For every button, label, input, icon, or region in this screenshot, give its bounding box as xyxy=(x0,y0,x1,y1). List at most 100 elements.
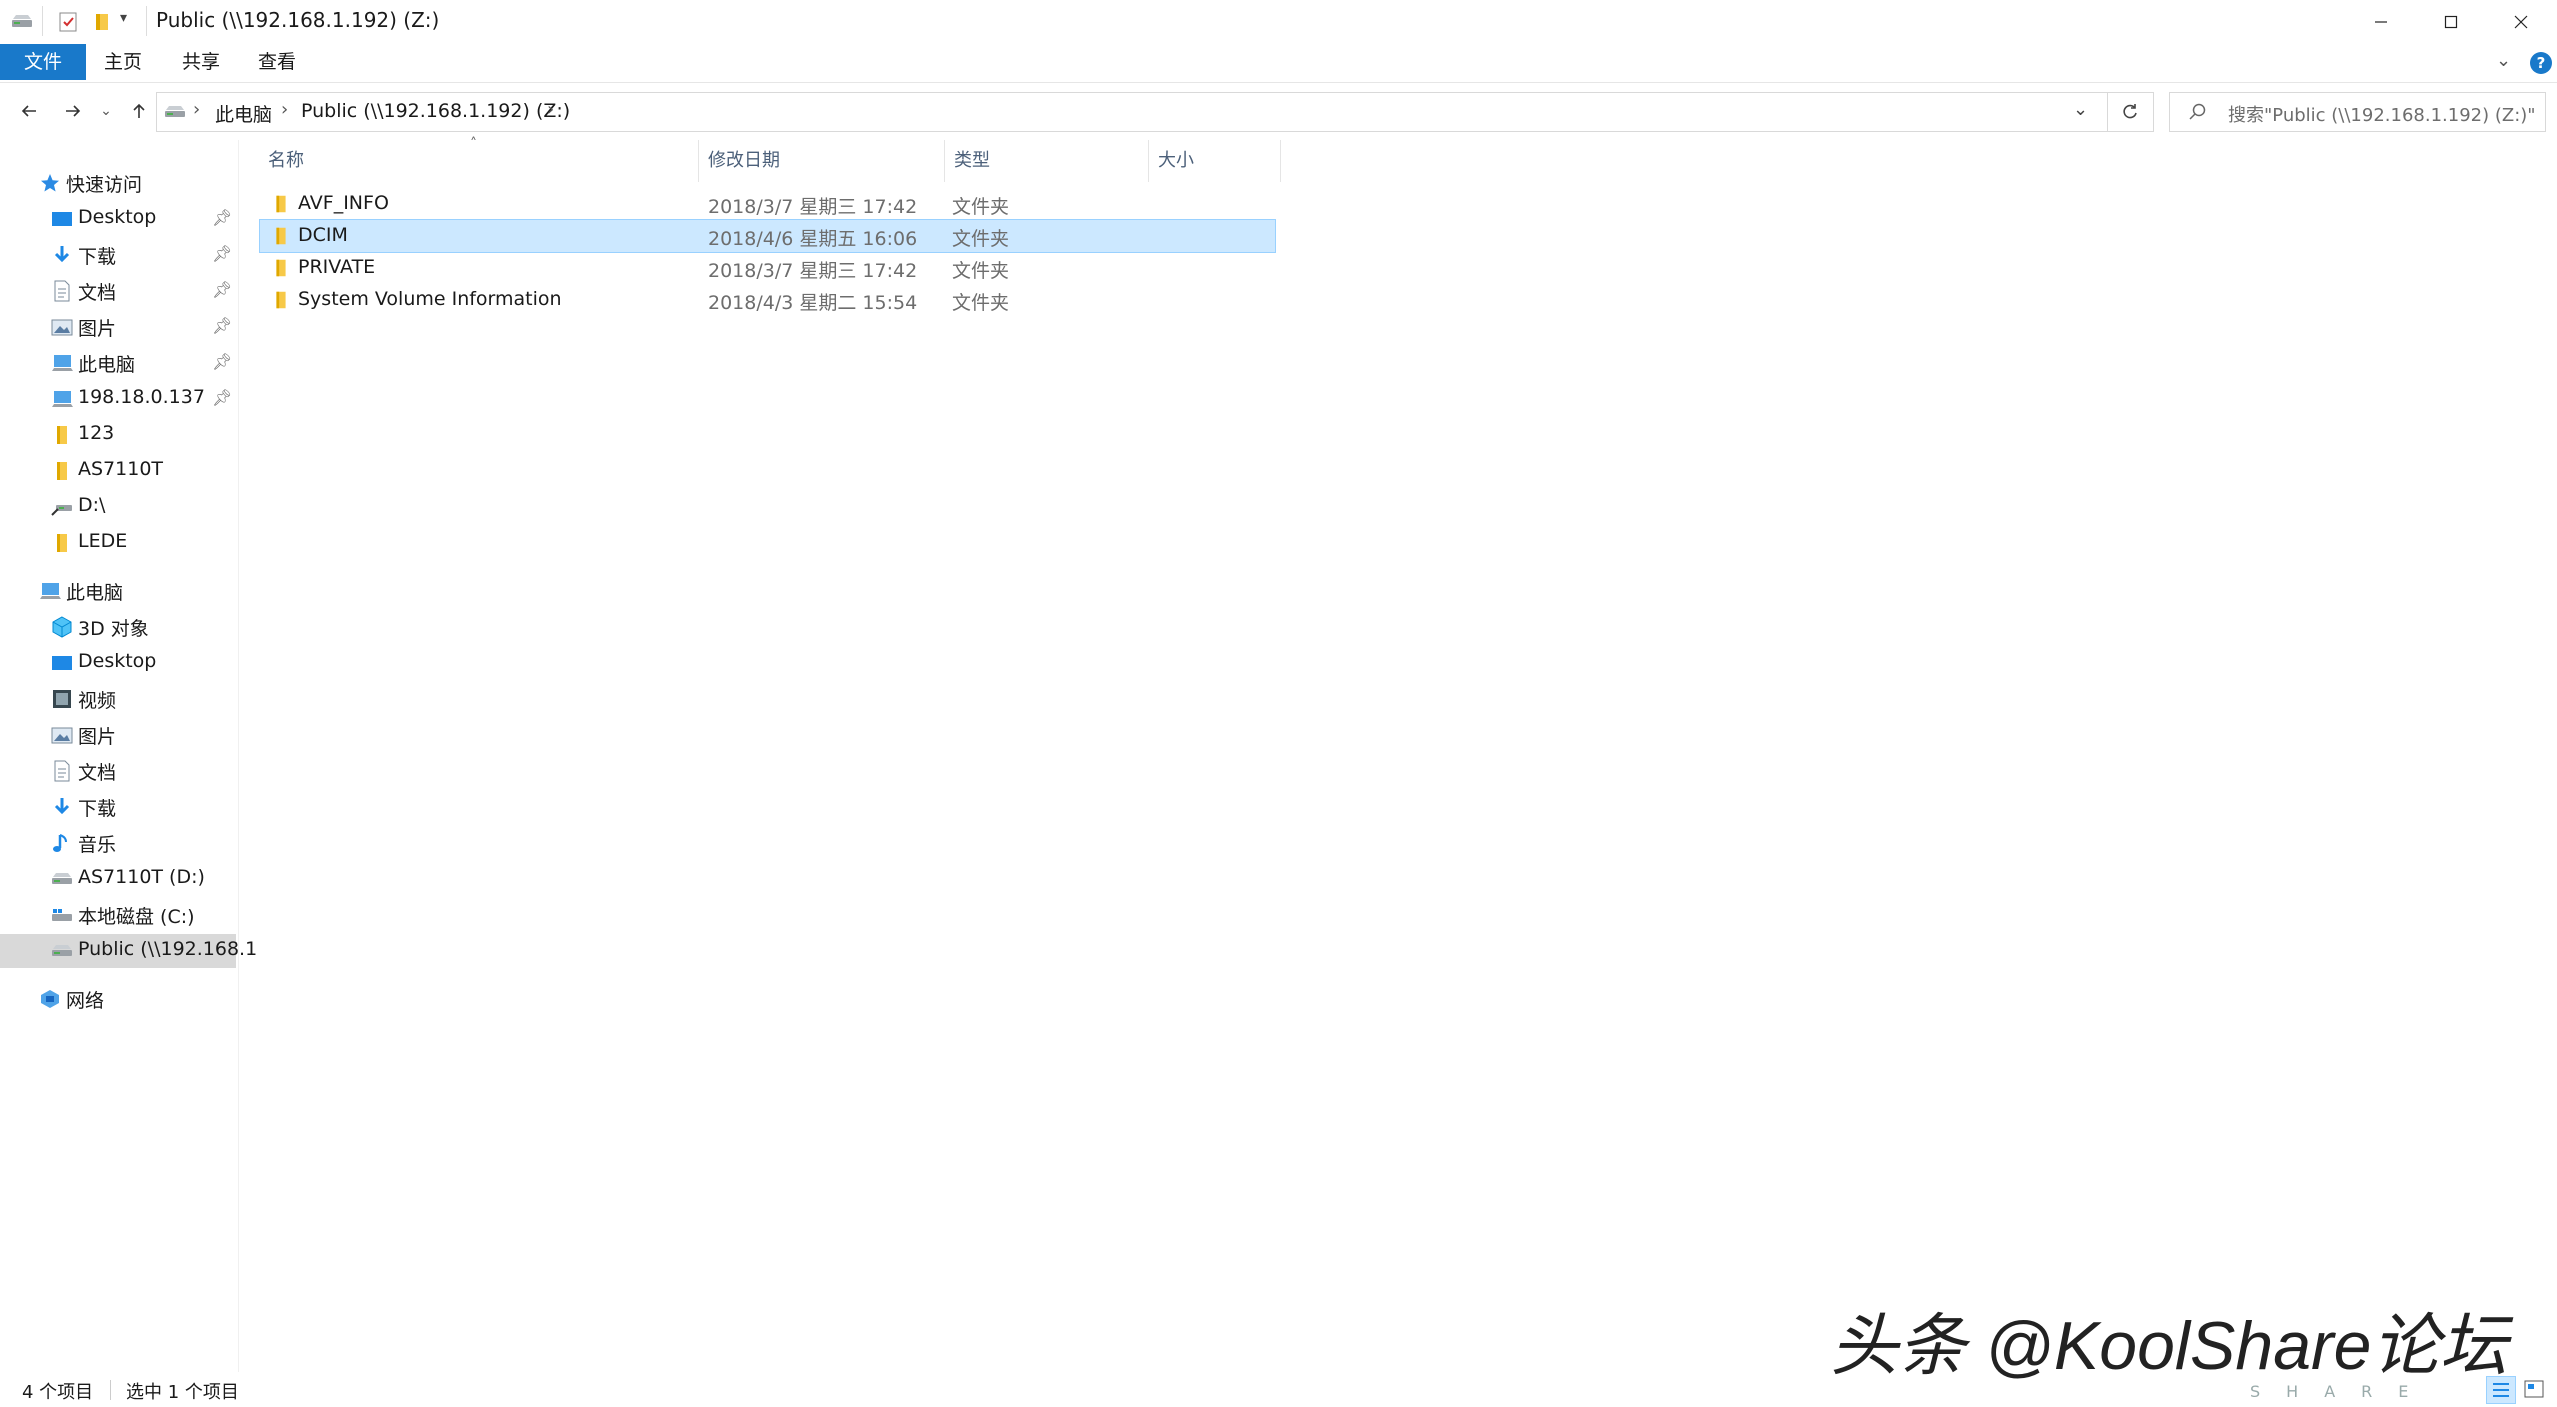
sidebar-item-documents-pc[interactable]: 文档 xyxy=(0,754,236,788)
video-icon xyxy=(50,687,74,711)
table-row[interactable]: DCIM 2018/4/6 星期五 16:06 文件夹 xyxy=(259,219,1276,253)
table-row[interactable]: AVF_INFO 2018/3/7 星期三 17:42 文件夹 xyxy=(260,188,1275,220)
table-row[interactable]: System Volume Information 2018/4/3 星期二 1… xyxy=(260,284,1275,316)
sidebar-item-downloads-pc[interactable]: 下载 xyxy=(0,790,236,824)
status-bar: 4 个项目 选中 1 个项目 xyxy=(0,1372,2557,1407)
sidebar-network[interactable]: 网络 xyxy=(0,982,236,1016)
network-drive-icon xyxy=(50,867,74,891)
sidebar-item-label: 此电脑 xyxy=(66,582,124,604)
tab-file[interactable]: 文件 xyxy=(0,44,86,80)
selected-count: 选中 1 个项目 xyxy=(126,1382,239,1403)
sidebar-item-label: 123 xyxy=(78,422,115,444)
sidebar-item-as7110t[interactable]: AS7110T xyxy=(0,454,236,488)
pin-icon[interactable]: 📌︎ xyxy=(212,280,232,299)
document-icon xyxy=(50,759,74,783)
table-row[interactable]: PRIVATE 2018/3/7 星期三 17:42 文件夹 xyxy=(260,252,1275,284)
column-divider[interactable] xyxy=(698,140,699,182)
sidebar-item-3d-objects[interactable]: 3D 对象 xyxy=(0,610,236,644)
sidebar-item-label: 快速访问 xyxy=(66,174,143,196)
sidebar-item-as7110t-d[interactable]: AS7110T (D:) xyxy=(0,862,236,896)
picture-icon xyxy=(50,723,74,747)
folder-icon xyxy=(50,531,74,555)
large-icons-view-icon[interactable] xyxy=(2520,1376,2548,1402)
sidebar-item-label: AS7110T (D:) xyxy=(78,866,205,888)
pane-divider[interactable] xyxy=(238,140,239,1372)
pin-icon[interactable]: 📌︎ xyxy=(212,388,232,407)
details-view-icon[interactable] xyxy=(2486,1376,2516,1404)
breadcrumb-current[interactable]: Public (\\192.168.1.192) (Z:) xyxy=(301,100,570,122)
sidebar-item-public-z[interactable]: Public (\\192.168.1 xyxy=(0,934,257,968)
sidebar-item-198-18-0-137[interactable]: 198.18.0.137 📌︎ xyxy=(0,382,236,416)
sidebar-item-local-disk-c[interactable]: 本地磁盘 (C:) xyxy=(0,898,236,932)
column-divider[interactable] xyxy=(1280,140,1281,182)
up-button[interactable] xyxy=(124,96,154,126)
tab-home[interactable]: 主页 xyxy=(86,44,160,80)
column-header-type[interactable]: 类型 xyxy=(954,140,990,182)
close-button[interactable] xyxy=(2486,0,2556,44)
desktop-icon xyxy=(50,651,74,675)
column-header-name[interactable]: 名称 xyxy=(268,140,304,182)
column-header-size[interactable]: 大小 xyxy=(1158,140,1194,182)
column-divider[interactable] xyxy=(1148,140,1149,182)
folder-icon xyxy=(270,257,292,279)
expand-ribbon-icon[interactable]: ⌄ xyxy=(2496,50,2511,71)
sidebar-item-pictures-pc[interactable]: 图片 xyxy=(0,718,236,752)
address-dropdown-icon[interactable]: ⌄ xyxy=(2073,99,2088,120)
tab-view[interactable]: 查看 xyxy=(240,44,314,80)
breadcrumb-separator[interactable]: › xyxy=(547,99,554,120)
file-date: 2018/3/7 星期三 17:42 xyxy=(708,196,918,218)
file-name: System Volume Information xyxy=(298,288,562,310)
maximize-button[interactable] xyxy=(2416,0,2486,44)
sidebar-quick-access[interactable]: 快速访问 xyxy=(0,166,236,200)
sidebar-item-music[interactable]: 音乐 xyxy=(0,826,236,860)
network-computer-icon xyxy=(50,387,74,411)
pin-icon[interactable]: 📌︎ xyxy=(212,316,232,335)
forward-button[interactable] xyxy=(58,96,88,126)
breadcrumb-separator[interactable]: › xyxy=(281,99,288,120)
sidebar-item-lede[interactable]: LEDE xyxy=(0,526,236,560)
sidebar-item-downloads[interactable]: 下载 📌︎ xyxy=(0,238,236,272)
sidebar-item-desktop[interactable]: Desktop 📌︎ xyxy=(0,202,236,236)
pin-icon[interactable]: 📌︎ xyxy=(212,244,232,263)
minimize-button[interactable] xyxy=(2346,0,2416,44)
sidebar-this-pc[interactable]: 此电脑 xyxy=(0,574,236,608)
customize-toolbar-icon[interactable]: ▾ xyxy=(120,10,127,26)
tab-share[interactable]: 共享 xyxy=(164,44,238,80)
address-bar[interactable]: › 此电脑 › Public (\\192.168.1.192) (Z:) › … xyxy=(156,92,2108,132)
sidebar-item-label: 音乐 xyxy=(78,834,117,856)
navigation-bar: ⌄ › 此电脑 › Public (\\192.168.1.192) (Z:) … xyxy=(0,86,2557,136)
computer-icon xyxy=(50,351,74,375)
breadcrumb-separator[interactable]: › xyxy=(193,99,200,120)
recent-locations-button[interactable]: ⌄ xyxy=(96,96,116,126)
sidebar-item-this-pc-pinned[interactable]: 此电脑 📌︎ xyxy=(0,346,236,380)
help-icon[interactable]: ? xyxy=(2530,52,2552,74)
sidebar-item-videos[interactable]: 视频 xyxy=(0,682,236,716)
network-drive-icon[interactable] xyxy=(10,10,34,34)
breadcrumb-this-pc[interactable]: 此电脑 xyxy=(215,100,272,127)
sidebar-item-d-drive[interactable]: D:\ xyxy=(0,490,236,524)
pin-icon[interactable]: 📌︎ xyxy=(212,352,232,371)
file-date: 2018/4/6 星期五 16:06 xyxy=(708,228,918,250)
sidebar-item-pictures[interactable]: 图片 📌︎ xyxy=(0,310,236,344)
document-icon xyxy=(50,279,74,303)
sidebar-item-123[interactable]: 123 xyxy=(0,418,236,452)
sidebar-item-documents[interactable]: 文档 📌︎ xyxy=(0,274,236,308)
search-placeholder: 搜索"Public (\\192.168.1.192) (Z:)" xyxy=(2228,105,2536,126)
file-name: AVF_INFO xyxy=(298,192,389,214)
pin-icon[interactable]: 📌︎ xyxy=(212,208,232,227)
sidebar-item-label: Desktop xyxy=(78,650,157,672)
back-button[interactable] xyxy=(14,96,44,126)
star-icon xyxy=(38,171,62,195)
search-box[interactable]: 搜索"Public (\\192.168.1.192) (Z:)" xyxy=(2169,92,2546,132)
new-folder-icon[interactable] xyxy=(90,10,114,34)
column-header-date[interactable]: 修改日期 xyxy=(708,140,780,182)
folder-icon xyxy=(50,423,74,447)
properties-icon[interactable] xyxy=(56,10,80,34)
separator xyxy=(42,6,43,36)
sidebar-item-label: 3D 对象 xyxy=(78,618,149,640)
column-divider[interactable] xyxy=(944,140,945,182)
sidebar-item-desktop-pc[interactable]: Desktop xyxy=(0,646,236,680)
refresh-button[interactable] xyxy=(2107,92,2154,132)
picture-icon xyxy=(50,315,74,339)
sidebar-item-label: 文档 xyxy=(78,282,117,304)
